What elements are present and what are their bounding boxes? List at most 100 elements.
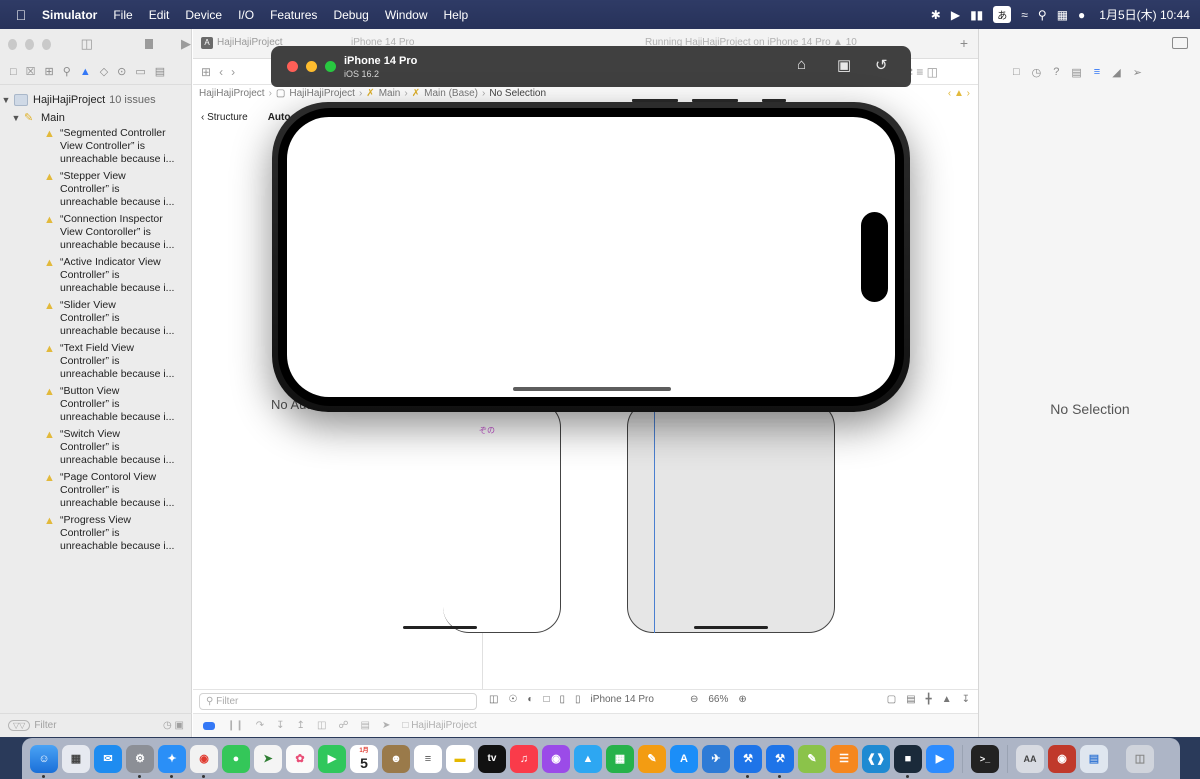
battery-icon[interactable]: ▮▮ — [970, 9, 983, 21]
menu-window[interactable]: Window — [377, 8, 436, 22]
simulator-screen[interactable] — [287, 117, 895, 397]
safari-icon[interactable]: ✦ — [158, 744, 186, 778]
sim-zoom-button[interactable] — [325, 61, 336, 72]
sim-minimize-button[interactable] — [306, 61, 317, 72]
step-over-icon[interactable]: ↷ — [256, 720, 264, 731]
orientation-icon[interactable]: □ — [543, 694, 549, 705]
sidebar-toggle-icon[interactable]: ◫ — [81, 36, 93, 52]
issue-item[interactable]: ▲ “Active Indicator View Controller” is … — [0, 256, 191, 299]
coteditor-icon[interactable]: ✎ — [798, 744, 826, 773]
forward-icon[interactable]: › — [231, 65, 235, 79]
scene-preview[interactable] — [627, 401, 835, 633]
control-center-icon[interactable]: ▦ — [1057, 9, 1068, 21]
issue-item[interactable]: ▲ “Progress View Controller” is unreacha… — [0, 514, 191, 557]
connections-inspector-icon[interactable]: ➢ — [1133, 66, 1142, 79]
notes-icon[interactable]: ▬ — [446, 744, 474, 773]
mail-icon[interactable]: ✉ — [94, 744, 122, 773]
back-icon[interactable]: ‹ — [219, 65, 223, 79]
zoom-level[interactable]: 66% — [708, 694, 728, 705]
accessibility-icon[interactable]: ☉ — [508, 694, 517, 705]
recent-files-icon[interactable]: ◷ ▣ — [163, 720, 184, 731]
character-viewer-icon[interactable]: AA — [1016, 744, 1044, 773]
view-debugger-icon[interactable]: ◫ — [317, 720, 326, 731]
minimize-window-button[interactable] — [24, 38, 34, 50]
japanese-input-icon[interactable]: ◉ — [1048, 744, 1076, 773]
menu-file[interactable]: File — [105, 8, 140, 22]
jumpbar-item[interactable]: HajiHajiProject — [289, 88, 355, 99]
issue-item[interactable]: ▲ “Stepper View Controller” is unreachab… — [0, 170, 191, 213]
resolve-issues-icon[interactable]: ▲ — [942, 694, 952, 705]
appearance-icon[interactable]: ◐ — [527, 694, 533, 705]
menu-clock[interactable]: 1月5日(木) 10:44 — [1099, 6, 1190, 23]
menu-app-name[interactable]: Simulator — [42, 8, 105, 22]
play-circle-icon[interactable]: ▶ — [951, 9, 960, 21]
debug-target[interactable]: □ HajiHajiProject — [402, 720, 476, 731]
report-navigator-icon[interactable]: ▤ — [155, 65, 165, 78]
identity-inspector-icon[interactable]: ▤ — [1071, 66, 1081, 79]
related-items-icon[interactable]: ⊞ — [201, 65, 211, 79]
breakpoint-navigator-icon[interactable]: ▭ — [135, 65, 145, 78]
pause-icon[interactable]: ❙❙ — [227, 720, 244, 731]
structure-tab[interactable]: ‹ Structure — [201, 112, 248, 123]
issue-item[interactable]: ▲ “Button View Controller” is unreachabl… — [0, 385, 191, 428]
issue-stepper-icon[interactable]: ‹ ▲ › — [948, 88, 970, 99]
device-selector[interactable]: iPhone 14 Pro — [591, 694, 654, 705]
app-store-icon[interactable]: A — [670, 744, 698, 773]
issue-item[interactable]: ▲ “Segmented Controller View Controller”… — [0, 127, 191, 170]
books-icon[interactable]: ☰ — [830, 744, 858, 773]
finder-icon[interactable]: ☺ — [30, 744, 58, 778]
outline-filter-input[interactable]: ⚲ Filter — [199, 693, 477, 710]
location-icon[interactable]: ➤ — [382, 720, 390, 731]
add-constraints-icon[interactable]: ╋ — [926, 694, 932, 705]
project-scheme-tab[interactable]: A HajiHajiProject — [201, 37, 283, 49]
device-frame-icon[interactable]: ▯ — [560, 694, 566, 705]
apple-menu-icon[interactable]:  — [0, 7, 42, 23]
home-icon[interactable]: ⌂ — [797, 56, 806, 73]
photos-icon[interactable]: ✿ — [286, 744, 314, 773]
test-navigator-icon[interactable]: ◇ — [100, 65, 108, 78]
home-indicator[interactable] — [513, 387, 671, 391]
jumpbar-item[interactable]: No Selection — [489, 88, 546, 99]
source-control-icon[interactable]: ☒ — [26, 65, 36, 78]
rotate-icon[interactable]: ↺ — [875, 56, 888, 74]
device-phone-icon[interactable]: ▯ — [575, 694, 581, 705]
quick-help-icon[interactable]: ? — [1053, 66, 1059, 78]
screenshot-icon[interactable]: ▣ — [837, 56, 851, 74]
stop-button[interactable] — [144, 39, 153, 49]
contacts-icon[interactable]: ☻ — [382, 744, 410, 773]
outline-toggle-icon[interactable]: ◫ — [489, 694, 498, 705]
issue-project-row[interactable]: ▼ HajiHajiProject 10 issues — [0, 91, 191, 109]
step-out-icon[interactable]: ↥ — [297, 720, 305, 731]
simulator-titlebar[interactable]: iPhone 14 Pro iOS 16.2 ⌂ ▣ ↺ — [271, 46, 911, 87]
zoom-icon[interactable]: ▶ — [926, 744, 954, 773]
zoom-window-button[interactable] — [41, 38, 51, 50]
issue-item[interactable]: ▲ “Text Field View Controller” is unreac… — [0, 342, 191, 385]
messages-icon[interactable]: ● — [222, 744, 250, 773]
align-icon[interactable]: ▤ — [906, 694, 915, 705]
issue-item[interactable]: ▲ “Switch View Controller” is unreachabl… — [0, 428, 191, 471]
navigator-filter-input[interactable]: Filter — [34, 720, 56, 731]
launchpad-icon[interactable]: ▦ — [62, 744, 90, 773]
zoom-out-icon[interactable]: ⊖ — [690, 694, 698, 705]
issue-item[interactable]: ▲ “Slider View Controller” is unreachabl… — [0, 299, 191, 342]
jumpbar-item[interactable]: Main — [379, 88, 401, 99]
memory-graph-icon[interactable]: ☍ — [338, 720, 348, 731]
wifi-icon[interactable]: ≈ — [1021, 9, 1028, 21]
inspector-toggle-icon[interactable] — [1172, 37, 1188, 49]
siri-icon[interactable]: ● — [1078, 9, 1085, 21]
issue-item[interactable]: ▲ “Page Contorol View Controller” is unr… — [0, 471, 191, 514]
testflight-icon[interactable]: ✈ — [702, 744, 730, 773]
update-frames-icon[interactable]: ▢ — [887, 694, 896, 705]
sim-close-button[interactable] — [287, 61, 298, 72]
add-tab-icon[interactable]: + — [960, 35, 968, 51]
file-inspector-icon[interactable]: □ — [1013, 66, 1020, 78]
disclosure-chevron-icon[interactable]: ▼ — [0, 95, 12, 105]
size-inspector-icon[interactable]: ◢ — [1112, 66, 1120, 79]
maps-icon[interactable]: ➤ — [254, 744, 282, 773]
step-in-icon[interactable]: ↧ — [276, 720, 284, 731]
disclosure-chevron-icon[interactable]: ▼ — [10, 113, 22, 123]
keynote-icon[interactable]: ▲ — [574, 744, 602, 773]
issue-navigator-icon[interactable]: ▲ — [80, 66, 91, 78]
embed-icon[interactable]: ↧ — [962, 694, 970, 705]
reminders-icon[interactable]: ≡ — [414, 744, 442, 773]
